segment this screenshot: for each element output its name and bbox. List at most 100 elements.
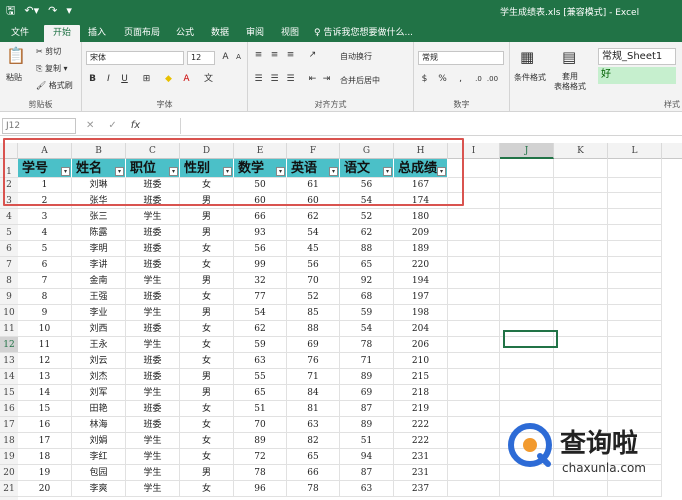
empty-cell[interactable] [500,305,554,321]
redo-icon[interactable]: ↷ [48,3,57,19]
table-cell[interactable]: 女 [180,289,234,305]
empty-cell[interactable] [608,241,662,257]
table-cell[interactable]: 84 [287,385,340,401]
empty-cell[interactable] [448,257,500,273]
table-cell[interactable]: 89 [340,417,394,433]
table-cell[interactable]: 学生 [126,433,180,449]
increase-decimal-icon[interactable]: .0 [472,73,485,86]
table-cell[interactable]: 59 [234,337,287,353]
table-cell[interactable]: 65 [287,449,340,465]
table-cell[interactable]: 班委 [126,289,180,305]
style-normal-sheet1[interactable]: 常规_Sheet1 [598,48,676,65]
table-cell[interactable]: 70 [234,417,287,433]
empty-cell[interactable] [500,353,554,369]
empty-cell[interactable] [554,225,608,241]
decrease-decimal-icon[interactable]: .00 [486,73,499,86]
empty-cell[interactable] [500,159,554,178]
border-icon[interactable]: ⊞ [140,73,153,86]
table-cell[interactable]: 学生 [126,465,180,481]
table-cell[interactable]: 180 [394,209,448,225]
table-cell[interactable]: 田艳 [72,401,126,417]
name-box[interactable]: J12 [2,118,76,134]
table-cell[interactable]: 刘军 [72,385,126,401]
empty-cell[interactable] [608,193,662,209]
empty-cell[interactable] [554,369,608,385]
table-cell[interactable]: 18 [18,449,72,465]
empty-cell[interactable] [554,209,608,225]
empty-cell[interactable] [448,305,500,321]
conditional-format-button[interactable]: 条件格式 [514,72,546,83]
table-cell[interactable]: 82 [287,433,340,449]
table-cell[interactable]: 8 [18,289,72,305]
tab-file[interactable]: 文件 [6,25,34,42]
table-cell[interactable]: 7 [18,273,72,289]
conditional-format-icon[interactable]: ▦ [520,48,534,66]
empty-cell[interactable] [554,241,608,257]
table-cell[interactable]: 62 [234,321,287,337]
font-size-select[interactable]: 12 [187,51,215,65]
align-center-icon[interactable]: ☰ [268,73,281,86]
table-cell[interactable]: 13 [18,369,72,385]
italic-button[interactable]: I [102,73,115,86]
table-cell[interactable]: 78 [340,337,394,353]
table-cell[interactable]: 9 [18,305,72,321]
tab-formulas[interactable]: 公式 [172,25,198,42]
table-cell[interactable]: 88 [340,241,394,257]
empty-cell[interactable] [448,465,500,481]
empty-cell[interactable] [554,257,608,273]
table-cell[interactable]: 65 [340,257,394,273]
table-cell[interactable]: 77 [234,289,287,305]
table-cell[interactable]: 218 [394,385,448,401]
table-cell[interactable]: 女 [180,417,234,433]
empty-cell[interactable] [608,369,662,385]
table-cell[interactable]: 54 [287,225,340,241]
table-cell[interactable]: 学生 [126,209,180,225]
table-cell[interactable]: 19 [18,465,72,481]
font-color-icon[interactable]: A [180,73,193,86]
table-cell[interactable]: 6 [18,257,72,273]
table-cell[interactable]: 71 [287,369,340,385]
table-cell[interactable]: 张三 [72,209,126,225]
empty-cell[interactable] [448,209,500,225]
empty-cell[interactable] [608,159,662,178]
align-left-icon[interactable]: ☰ [252,73,265,86]
empty-cell[interactable] [448,337,500,353]
table-cell[interactable]: 54 [340,321,394,337]
table-cell[interactable]: 女 [180,449,234,465]
table-cell[interactable]: 5 [18,241,72,257]
table-cell[interactable]: 学生 [126,337,180,353]
empty-cell[interactable] [448,241,500,257]
empty-cell[interactable] [500,241,554,257]
percent-icon[interactable]: % [436,73,449,86]
empty-cell[interactable] [500,385,554,401]
empty-cell[interactable] [448,225,500,241]
undo-icon[interactable]: ↶▾ [24,3,39,19]
table-cell[interactable]: 班委 [126,225,180,241]
table-cell[interactable]: 女 [180,321,234,337]
table-cell[interactable]: 54 [234,305,287,321]
table-format-button[interactable]: 套用 表格格式 [554,72,586,92]
empty-cell[interactable] [608,257,662,273]
table-cell[interactable]: 10 [18,321,72,337]
table-cell[interactable]: 92 [340,273,394,289]
comma-icon[interactable]: , [454,73,467,86]
table-cell[interactable]: 学生 [126,481,180,497]
align-right-icon[interactable]: ☰ [284,73,297,86]
tab-review[interactable]: 审阅 [242,25,268,42]
table-cell[interactable]: 219 [394,401,448,417]
tab-view[interactable]: 视图 [277,25,303,42]
table-cell[interactable]: 女 [180,353,234,369]
table-cell[interactable]: 李业 [72,305,126,321]
table-cell[interactable]: 12 [18,353,72,369]
table-cell[interactable]: 班委 [126,257,180,273]
empty-cell[interactable] [554,305,608,321]
table-cell[interactable]: 52 [340,209,394,225]
table-cell[interactable]: 89 [340,369,394,385]
table-cell[interactable]: 林海 [72,417,126,433]
table-cell[interactable]: 93 [234,225,287,241]
table-cell[interactable]: 女 [180,241,234,257]
table-cell[interactable]: 96 [234,481,287,497]
table-cell[interactable]: 男 [180,273,234,289]
empty-cell[interactable] [448,433,500,449]
table-cell[interactable]: 4 [18,225,72,241]
